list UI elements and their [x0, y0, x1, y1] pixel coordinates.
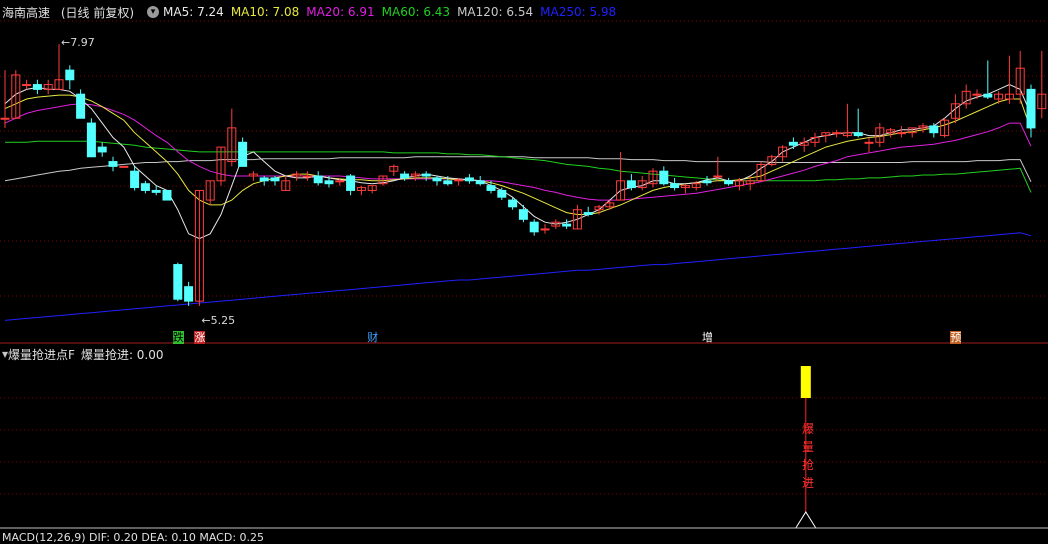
indicator-legend: ▾ 爆量抢进点F 爆量抢进: 0.00	[2, 346, 164, 362]
candle-body	[162, 189, 172, 201]
low-price-label: ←5.25	[201, 313, 236, 327]
candle-body	[108, 161, 118, 167]
candle-body	[76, 93, 86, 119]
ma-legend-item: MA120: 6.54	[457, 5, 534, 19]
event-marker[interactable]: 预	[950, 331, 962, 344]
indicator-value: 爆量抢进: 0.00	[80, 347, 164, 362]
candle-body	[1026, 88, 1036, 129]
candle-body	[0, 117, 10, 120]
candle-body	[626, 180, 636, 189]
candle-body	[864, 141, 874, 144]
macd-legend: MACD(12,26,9) DIF: 0.20 DEA: 0.10 MACD: …	[2, 530, 265, 544]
event-marker[interactable]: 财	[367, 331, 378, 344]
indicator-name[interactable]: 爆量抢进点F	[8, 346, 75, 363]
candle-body	[983, 93, 993, 98]
ma250-line	[4, 232, 1032, 321]
signal-text: 爆量抢进	[801, 422, 814, 490]
candle-body	[454, 179, 464, 182]
candle-body	[896, 132, 906, 135]
ma10-line	[4, 94, 1032, 215]
candle-body	[518, 209, 528, 220]
candle-body	[724, 180, 734, 185]
candle-body	[259, 177, 269, 182]
candle-body	[443, 180, 453, 185]
candle-body	[421, 173, 431, 177]
candle-body	[302, 175, 312, 178]
ma-legend: 海南高速 (日线 前复权) ▾ MA5: 7.24 MA10: 7.08 MA20:…	[2, 3, 623, 21]
candle-body	[508, 199, 518, 208]
candle-body	[562, 223, 572, 227]
candle-body	[184, 286, 194, 302]
chart-canvas	[0, 20, 1048, 529]
high-price-label: ←7.97	[61, 36, 95, 50]
candle-body	[713, 175, 723, 178]
event-marker[interactable]: 增	[702, 331, 713, 344]
candle-body	[529, 221, 539, 233]
ma-legend-item: MA250: 5.98	[540, 5, 617, 19]
candle-body	[346, 175, 356, 191]
candle-body	[97, 146, 107, 153]
ma5-line	[4, 84, 1032, 240]
candle-body	[670, 183, 680, 189]
candle-body	[486, 185, 496, 191]
candle-body	[832, 132, 842, 135]
candle-body	[432, 177, 442, 182]
candle-body	[22, 84, 32, 87]
event-marker[interactable]: 涨	[194, 331, 206, 344]
candle-body	[151, 189, 161, 193]
candle-body	[86, 122, 96, 158]
ma-legend-item: MA60: 6.43	[381, 5, 451, 19]
candle-body	[583, 212, 593, 215]
candle-body	[238, 141, 248, 167]
candle-body	[540, 228, 550, 231]
candle-body	[464, 177, 474, 182]
candle-body	[173, 264, 183, 300]
moving-average-lines	[4, 84, 1032, 321]
candle-body	[335, 180, 345, 183]
candle-body	[497, 189, 507, 198]
candle-body	[853, 132, 863, 137]
candle-body	[702, 180, 712, 184]
candle-body	[32, 84, 42, 90]
candle-body	[270, 177, 280, 182]
settings-circle-icon[interactable]: ▾	[147, 6, 160, 18]
signal-peak	[795, 511, 817, 529]
candle-body	[119, 165, 129, 168]
candle-body	[130, 170, 140, 189]
ma-legend-items: MA5: 7.24 MA10: 7.08 MA20: 6.91 MA60: 6.43 M…	[163, 5, 623, 19]
candle-body	[400, 173, 410, 179]
stock-title[interactable]: 海南高速 (日线 前复权)	[2, 4, 141, 21]
candle-body	[313, 175, 323, 184]
grid-lines	[0, 20, 1048, 495]
ma-legend-item: MA10: 7.08	[230, 5, 300, 19]
event-marker[interactable]: 跌	[172, 331, 184, 344]
ma-legend-item: MA5: 7.24	[163, 5, 224, 19]
candlestick-series	[0, 44, 1047, 306]
candle-body	[972, 93, 982, 96]
candle-body	[659, 170, 669, 185]
candle-body	[929, 125, 939, 134]
candle-body	[788, 141, 798, 146]
candle-body	[475, 180, 485, 185]
ma20-line	[4, 103, 1032, 201]
ma-legend-item: MA20: 6.91	[306, 5, 375, 19]
candle-body	[140, 183, 150, 191]
candle-body	[65, 69, 75, 81]
candle-body	[324, 180, 334, 185]
signal-bar	[800, 366, 811, 398]
